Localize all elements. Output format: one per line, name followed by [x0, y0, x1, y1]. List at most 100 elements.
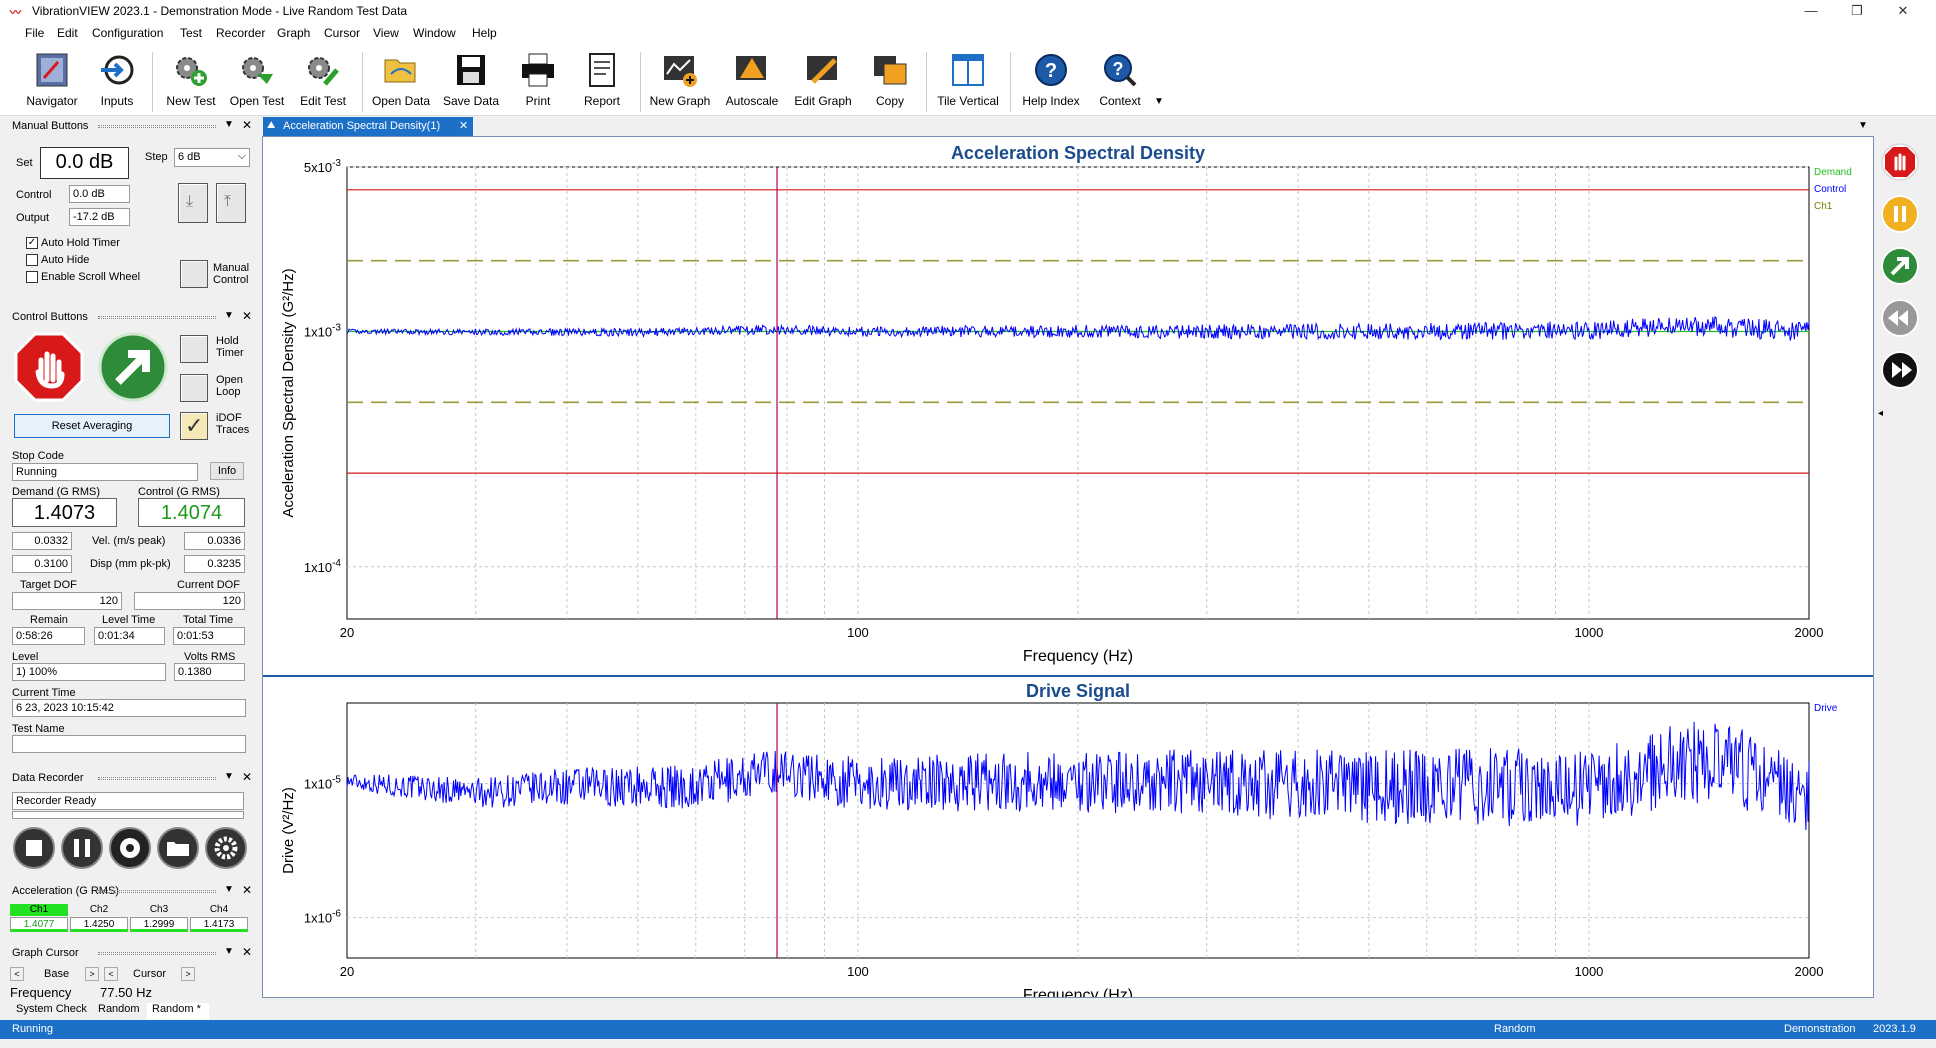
panel-close-icon[interactable]: ✕ [242, 883, 252, 897]
menu-graph[interactable]: Graph [277, 26, 310, 40]
new-graph-button[interactable]: New Graph [648, 48, 712, 114]
tab-system-check[interactable]: System Check [10, 1003, 92, 1018]
open-loop-toggle[interactable] [180, 374, 208, 402]
auto-hold-timer-checkbox[interactable]: ✓ [26, 237, 38, 249]
output-label: Output [16, 212, 50, 224]
menu-help[interactable]: Help [472, 26, 497, 40]
panel-dropdown-icon[interactable]: ▼ [224, 119, 234, 130]
recorder-record-button[interactable] [109, 827, 151, 869]
base-right-arrow-icon[interactable]: > [85, 967, 99, 981]
panel-close-icon[interactable]: ✕ [242, 309, 252, 323]
close-button[interactable]: ✕ [1880, 0, 1926, 22]
panel-dropdown-icon[interactable]: ▼ [224, 771, 234, 782]
recorder-settings-gear-button[interactable] [205, 827, 247, 869]
previous-level-button[interactable] [1881, 299, 1919, 337]
hold-timer-toggle[interactable] [180, 335, 208, 363]
displacement-label: Disp (mm pk-pk) [90, 558, 171, 570]
menu-cursor[interactable]: Cursor [324, 26, 360, 40]
manual-control-toggle[interactable] [180, 260, 208, 288]
help-index-button[interactable]: ? Help Index [1018, 48, 1084, 114]
abort-stop-button[interactable] [1881, 143, 1919, 181]
drive-graph[interactable]: Drive Signal20 100 1000 20001x10-51x10-6Fre… [263, 677, 1873, 997]
total-time-label: Total Time [183, 614, 234, 626]
print-button[interactable]: Print [508, 48, 568, 114]
enable-scroll-wheel-label: Enable Scroll Wheel [41, 271, 141, 283]
app-logo-icon: 〰 [10, 7, 21, 19]
cursor-frequency-value: 77.50 Hz [100, 985, 153, 1000]
auto-hide-checkbox[interactable] [26, 254, 38, 266]
copy-button[interactable]: Copy [862, 48, 918, 114]
auto-hide-label: Auto Hide [41, 254, 90, 266]
new-test-gears-icon [176, 57, 207, 86]
autoscale-button[interactable]: Autoscale [720, 48, 784, 114]
edit-graph-icon [807, 56, 837, 84]
navigator-button[interactable]: Navigator [22, 48, 82, 114]
ch1-value: 1.4077 [10, 917, 68, 932]
set-level-field[interactable]: 0.0 dB [40, 147, 129, 179]
minimize-button[interactable]: — [1788, 0, 1834, 22]
panel-close-icon[interactable]: ✕ [242, 118, 252, 132]
recorder-pause-button[interactable] [61, 827, 103, 869]
restore-button[interactable]: ❐ [1834, 0, 1880, 22]
recorder-status-field: Recorder Ready [12, 792, 244, 810]
menu-window[interactable]: Window [413, 26, 456, 40]
save-data-button[interactable]: Save Data [440, 48, 502, 114]
report-button[interactable]: Report [572, 48, 632, 114]
menu-test[interactable]: Test [180, 26, 202, 40]
stop-button[interactable] [14, 332, 84, 402]
y-tick-base: 1x10 [304, 911, 332, 926]
base-left-arrow-icon[interactable]: < [10, 967, 24, 981]
run-button[interactable] [1881, 247, 1919, 285]
panel-close-icon[interactable]: ✕ [242, 770, 252, 784]
panel-dropdown-icon[interactable]: ▼ [224, 884, 234, 895]
status-test-type: Random [1494, 1023, 1536, 1035]
recorder-open-folder-button[interactable] [157, 827, 199, 869]
report-icon [589, 53, 615, 87]
tab-close-icon[interactable]: ✕ [459, 119, 468, 132]
level-down-button[interactable]: ⤓ [178, 183, 208, 223]
cursor-left-arrow-icon[interactable]: < [104, 967, 118, 981]
document-tab[interactable]: ⛰ Acceleration Spectral Density(1) ✕ [263, 117, 473, 136]
tab-random-modified[interactable]: Random * [147, 1003, 209, 1020]
menu-recorder[interactable]: Recorder [216, 26, 265, 40]
idof-traces-toggle[interactable]: ✓ [180, 412, 208, 440]
menu-configuration[interactable]: Configuration [92, 26, 163, 40]
edit-graph-button[interactable]: Edit Graph [790, 48, 856, 114]
pause-button[interactable] [1881, 195, 1919, 233]
step-select[interactable]: 6 dB ⌵ [174, 148, 250, 167]
cursor-right-arrow-icon[interactable]: > [181, 967, 195, 981]
start-button[interactable] [98, 332, 168, 402]
enable-scroll-wheel-checkbox[interactable] [26, 271, 38, 283]
level-time-value: 0:01:34 [94, 627, 165, 645]
inputs-button[interactable]: Inputs [90, 48, 144, 114]
asd-graph[interactable]: Acceleration Spectral Density 20 100 1000 20… [263, 137, 1873, 675]
edit-test-button[interactable]: Edit Test [292, 48, 354, 114]
info-button[interactable]: Info [210, 462, 244, 480]
panel-dropdown-icon[interactable]: ▼ [224, 310, 234, 321]
open-folder-icon [384, 59, 416, 83]
menu-file[interactable]: File [25, 26, 44, 40]
open-test-button[interactable]: Open Test [226, 48, 288, 114]
level-up-button[interactable]: ⤒ [216, 183, 246, 223]
next-level-button[interactable] [1881, 351, 1919, 389]
menu-view[interactable]: View [373, 26, 399, 40]
stop-code-label: Stop Code [12, 450, 64, 462]
menu-edit[interactable]: Edit [57, 26, 78, 40]
ch3-value: 1.2999 [130, 917, 188, 932]
panel-dropdown-icon[interactable]: ▼ [224, 946, 234, 957]
collapse-panel-arrow-icon[interactable]: ◂ [1878, 408, 1883, 419]
inputs-icon [101, 55, 134, 85]
toolbar-overflow-chevron-icon[interactable]: ▼ [1154, 96, 1164, 107]
tab-list-dropdown-icon[interactable]: ▼ [1858, 120, 1868, 131]
tile-vertical-button[interactable]: Tile Vertical [932, 48, 1004, 114]
tab-random[interactable]: Random [94, 1003, 146, 1018]
context-help-button[interactable]: ? Context [1090, 48, 1150, 114]
volts-rms-value: 0.1380 [174, 663, 245, 681]
status-mode: Demonstration [1784, 1023, 1856, 1035]
reset-averaging-button[interactable]: Reset Averaging [14, 414, 170, 438]
panel-close-icon[interactable]: ✕ [242, 945, 252, 959]
chevron-down-icon: ⌵ [237, 150, 246, 162]
open-data-button[interactable]: Open Data [370, 48, 432, 114]
recorder-stop-button[interactable] [13, 827, 55, 869]
new-test-button[interactable]: New Test [160, 48, 222, 114]
